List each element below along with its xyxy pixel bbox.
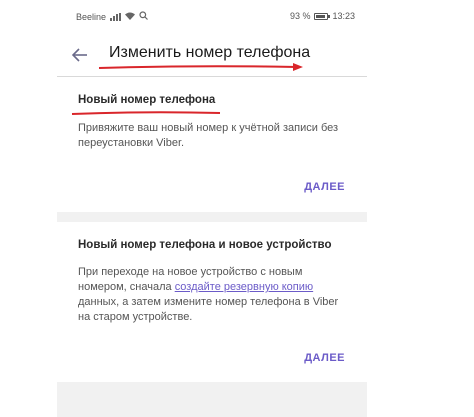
clock: 13:23: [332, 11, 355, 21]
battery-percent: 93 %: [289, 11, 311, 21]
wifi-icon: [125, 12, 136, 22]
app-bar: Изменить номер телефона: [57, 34, 367, 77]
back-button[interactable]: [69, 44, 91, 66]
section-title: Новый номер телефона: [78, 94, 216, 106]
next-button[interactable]: ДАЛЕЕ: [304, 352, 345, 364]
signal-icon: [110, 12, 122, 21]
search-icon: [139, 11, 148, 22]
arrow-left-icon: [71, 48, 87, 62]
change-number-section: Новый номер телефона Привяжите ваш новый…: [57, 77, 367, 212]
battery-icon: [314, 12, 331, 20]
description-text: данных, а затем измените номер телефона …: [78, 296, 339, 323]
status-right: 93 % 13:23: [290, 11, 355, 21]
section-description: Привяжите ваш новый номер к учётной запи…: [78, 122, 339, 149]
annotation-arrow: [98, 63, 303, 71]
next-button[interactable]: ДАЛЕЕ: [304, 181, 345, 193]
change-number-new-device-section: Новый номер телефона и новое устройство …: [57, 222, 367, 382]
phone-screen: Beeline 93 % 13:23 Изменить номер телефо…: [57, 0, 367, 417]
carrier-label: Beeline: [76, 11, 107, 22]
status-left: Beeline: [76, 11, 148, 22]
bottom-filler: [57, 382, 367, 417]
status-bar: Beeline 93 % 13:23: [57, 0, 367, 34]
section-description: При переходе на новое устройство с новым…: [78, 265, 353, 325]
backup-link[interactable]: создайте резервную копию: [175, 281, 313, 293]
annotation-underline: [71, 111, 221, 115]
section-divider: [57, 212, 367, 222]
page-title: Изменить номер телефона: [109, 44, 311, 61]
section-title: Новый номер телефона и новое устройство: [78, 239, 332, 251]
